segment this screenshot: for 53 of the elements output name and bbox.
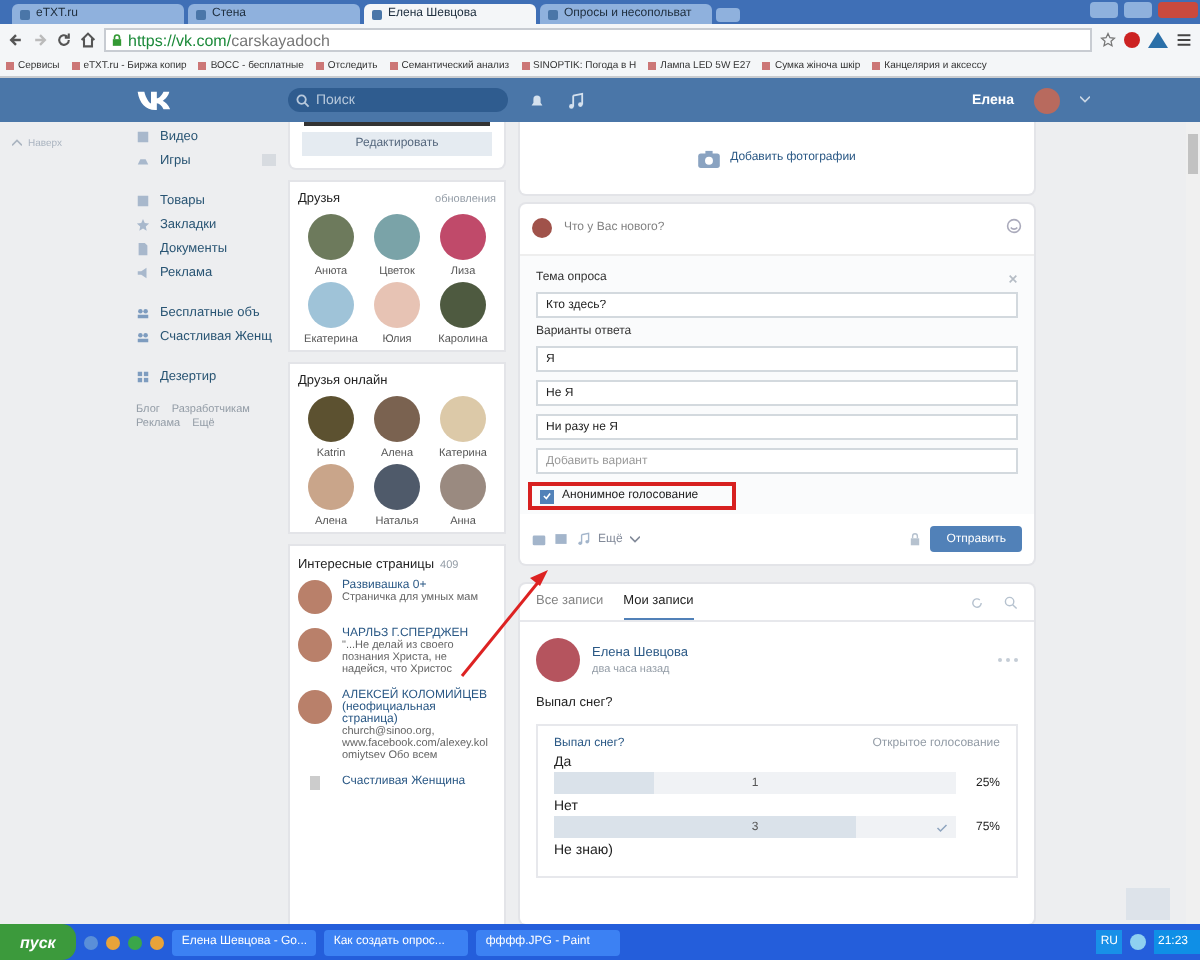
forward-icon[interactable] — [32, 32, 48, 48]
friend-avatar[interactable] — [440, 464, 486, 510]
vk-favicon-icon — [548, 9, 558, 19]
document-icon — [136, 241, 150, 255]
new-tab-button[interactable] — [716, 8, 740, 22]
friend-avatar[interactable] — [440, 282, 486, 328]
megaphone-icon — [136, 265, 150, 279]
vk-favicon-icon — [196, 9, 206, 19]
start-button[interactable]: пуск — [0, 924, 76, 960]
friend-avatar[interactable] — [308, 214, 354, 260]
vk-favicon-icon — [20, 9, 30, 19]
check-icon — [936, 821, 948, 833]
vk-favicon-icon — [372, 9, 382, 19]
minimize-button[interactable] — [1090, 2, 1118, 18]
star-icon — [136, 217, 150, 231]
camera-icon[interactable] — [532, 532, 546, 546]
gamepad-icon — [136, 153, 150, 167]
page-avatar[interactable] — [298, 580, 332, 614]
music-icon[interactable] — [566, 91, 584, 109]
maximize-button[interactable] — [1124, 2, 1152, 18]
author-avatar[interactable] — [536, 638, 580, 682]
search-icon[interactable] — [1004, 595, 1018, 609]
user-avatar — [532, 218, 552, 238]
lock-icon[interactable] — [908, 532, 923, 546]
caret-icon[interactable] — [630, 535, 641, 543]
friend-avatar[interactable] — [308, 396, 354, 442]
star-icon[interactable] — [1100, 32, 1116, 48]
refresh-icon[interactable] — [970, 595, 984, 609]
people-icon — [136, 305, 150, 319]
scrollbar-thumb[interactable] — [1188, 134, 1198, 174]
music-icon[interactable] — [576, 532, 590, 546]
check-icon — [542, 490, 552, 502]
page-avatar[interactable] — [298, 628, 332, 662]
grid-icon — [136, 369, 150, 383]
network-icon[interactable] — [1129, 934, 1146, 950]
vk-logo-icon[interactable] — [136, 88, 176, 112]
lock-icon[interactable] — [112, 34, 122, 46]
chevron-up-icon[interactable] — [12, 138, 22, 146]
camera-icon — [698, 149, 721, 167]
home-icon[interactable] — [80, 32, 96, 48]
friend-avatar[interactable] — [440, 214, 486, 260]
address-field[interactable]: https://vk.com/carskayadoch — [104, 28, 1092, 52]
menu-icon[interactable] — [1176, 32, 1192, 48]
reload-icon[interactable] — [56, 32, 72, 48]
smiley-icon[interactable] — [1006, 218, 1022, 234]
anonymous-checkbox[interactable] — [540, 489, 554, 503]
friend-avatar[interactable] — [374, 464, 420, 510]
friend-avatar[interactable] — [374, 396, 420, 442]
back-icon[interactable] — [8, 32, 24, 48]
page-avatar[interactable] — [298, 690, 332, 724]
close-icon[interactable] — [1008, 273, 1018, 283]
people-icon — [136, 329, 150, 343]
bell-icon[interactable] — [528, 91, 546, 109]
